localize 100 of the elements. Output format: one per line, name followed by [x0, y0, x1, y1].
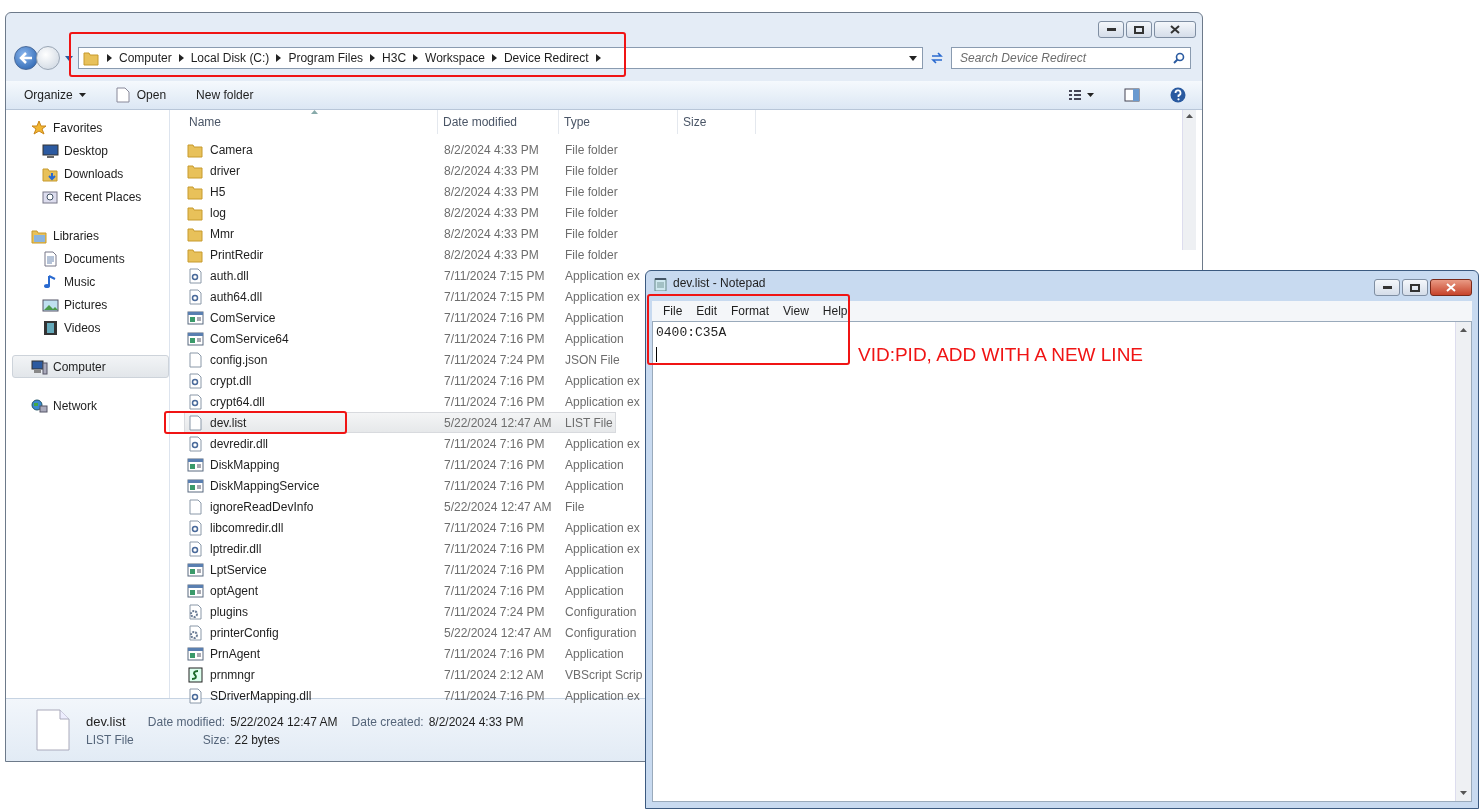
- field-value: 22 bytes: [234, 732, 280, 747]
- breadcrumb-item[interactable]: Computer: [119, 51, 172, 65]
- maximize-button[interactable]: [1126, 21, 1152, 38]
- sidebar-item[interactable]: Recent Places: [12, 185, 169, 208]
- back-button[interactable]: [14, 46, 38, 70]
- file-row[interactable]: printerConfig 5/22/2024 12:47 AM Configuration: [184, 622, 640, 643]
- file-name: plugins: [210, 604, 249, 619]
- menu-item[interactable]: Format: [724, 304, 777, 318]
- type-cell-text: Application ex: [564, 541, 641, 556]
- field-label: Date created:: [351, 714, 424, 729]
- file-row[interactable]: ComService64 7/11/2024 7:16 PM Application: [184, 328, 627, 349]
- file-row[interactable]: SDriverMapping.dll 7/11/2024 7:16 PM Application ex: [184, 685, 643, 706]
- field-value: 5/22/2024 12:47 AM: [230, 714, 338, 729]
- sidebar-item[interactable]: Music: [12, 270, 169, 293]
- file-row[interactable]: crypt.dll 7/11/2024 7:16 PM Application ex: [184, 370, 643, 391]
- field-value: 8/2/2024 4:33 PM: [428, 714, 524, 729]
- column-header[interactable]: Date modified: [438, 110, 559, 134]
- caret-icon: [909, 55, 917, 61]
- date-cell-text: 7/11/2024 7:15 PM: [443, 289, 546, 304]
- minimize-button[interactable]: [1098, 21, 1124, 38]
- type-cell-text: File folder: [564, 163, 619, 178]
- picture-icon: [42, 296, 59, 313]
- column-header[interactable]: Type: [559, 110, 678, 134]
- file-row[interactable]: optAgent 7/11/2024 7:16 PM Application: [184, 580, 627, 601]
- file-name: ComService: [210, 310, 276, 325]
- file-row[interactable]: dev.list 5/22/2024 12:47 AM LIST File: [184, 412, 616, 433]
- file-row[interactable]: auth64.dll 7/11/2024 7:15 PM Application ex: [184, 286, 643, 307]
- file-row[interactable]: PrintRedir 8/2/2024 4:33 PM File folder: [184, 244, 621, 265]
- organize-menu[interactable]: Organize: [20, 84, 90, 106]
- file-row[interactable]: DiskMapping 7/11/2024 7:16 PM Application: [184, 454, 627, 475]
- scrollbar[interactable]: [1455, 322, 1471, 801]
- sidebar-item[interactable]: Desktop: [12, 139, 169, 162]
- type-cell-text: Application ex: [564, 436, 641, 451]
- menu-item[interactable]: Help: [815, 304, 855, 318]
- breadcrumb-item[interactable]: Program Files: [288, 51, 364, 65]
- scroll-up-icon: [1460, 328, 1467, 332]
- file-name: devredir.dll: [210, 436, 269, 451]
- type-cell-text: Application: [564, 562, 625, 577]
- sidebar-item[interactable]: Downloads: [12, 162, 169, 185]
- file-row[interactable]: Mmr 8/2/2024 4:33 PM File folder: [184, 223, 621, 244]
- sidebar-item[interactable]: Computer: [12, 355, 169, 378]
- close-button[interactable]: [1430, 279, 1472, 296]
- chevron-icon: [413, 54, 419, 62]
- menu-item[interactable]: Edit: [689, 304, 725, 318]
- file-row[interactable]: ComService 7/11/2024 7:16 PM Application: [184, 307, 627, 328]
- file-row[interactable]: driver 8/2/2024 4:33 PM File folder: [184, 160, 621, 181]
- file-row[interactable]: Camera 8/2/2024 4:33 PM File folder: [184, 139, 621, 160]
- sidebar-item[interactable]: Network: [12, 394, 169, 417]
- file-row[interactable]: config.json 7/11/2024 7:24 PM JSON File: [184, 349, 623, 370]
- search-field[interactable]: Search Device Redirect: [951, 47, 1191, 69]
- file-name: dev.list: [210, 415, 247, 430]
- scrollbar[interactable]: [1182, 110, 1196, 250]
- new-folder-button[interactable]: New folder: [192, 84, 258, 106]
- blank-document-icon: [187, 498, 204, 515]
- breadcrumb-item[interactable]: Workspace: [425, 51, 485, 65]
- file-row[interactable]: crypt64.dll 7/11/2024 7:16 PM Application ex: [184, 391, 643, 412]
- file-row[interactable]: lptredir.dll 7/11/2024 7:16 PM Application ex: [184, 538, 643, 559]
- sidebar-item[interactable]: Favorites: [12, 116, 169, 139]
- file-row[interactable]: ignoreReadDevInfo 5/22/2024 12:47 AM File: [184, 496, 588, 517]
- monitor-icon: [42, 142, 59, 159]
- date-cell-text: 7/11/2024 2:12 AM: [443, 667, 545, 682]
- date-cell-text: 8/2/2024 4:33 PM: [443, 205, 540, 220]
- menu-item[interactable]: View: [776, 304, 816, 318]
- type-cell-text: LIST File: [564, 415, 614, 430]
- file-row[interactable]: DiskMappingService 7/11/2024 7:16 PM Application: [184, 475, 627, 496]
- date-cell-text: 7/11/2024 7:16 PM: [443, 478, 546, 493]
- caret-icon: [1087, 93, 1094, 97]
- file-row[interactable]: auth.dll 7/11/2024 7:15 PM Application ex: [184, 265, 643, 286]
- address-bar[interactable]: Computer Local Disk (C:) Program Files H3C Workspace Device Redirect: [78, 47, 923, 69]
- file-row[interactable]: plugins 7/11/2024 7:24 PM Configuration: [184, 601, 640, 622]
- file-name: printerConfig: [210, 625, 279, 640]
- file-row[interactable]: H5 8/2/2024 4:33 PM File folder: [184, 181, 621, 202]
- file-row[interactable]: devredir.dll 7/11/2024 7:16 PM Application ex: [184, 433, 643, 454]
- maximize-button[interactable]: [1402, 279, 1428, 296]
- folder-icon: [187, 162, 204, 179]
- blank-document-icon: [187, 351, 204, 368]
- column-header[interactable]: Size: [678, 110, 756, 134]
- sidebar-item[interactable]: Videos: [12, 316, 169, 339]
- close-button[interactable]: [1154, 21, 1196, 38]
- minimize-button[interactable]: [1374, 279, 1400, 296]
- date-cell-text: 7/11/2024 7:16 PM: [443, 562, 546, 577]
- menu-item[interactable]: File: [656, 304, 690, 318]
- sidebar-item[interactable]: Pictures: [12, 293, 169, 316]
- date-cell-text: 7/11/2024 7:16 PM: [443, 688, 546, 703]
- file-name: PrintRedir: [210, 247, 264, 262]
- file-row[interactable]: prnmngr 7/11/2024 2:12 AM VBScript Scrip: [184, 664, 646, 685]
- sidebar-item[interactable]: Libraries: [12, 224, 169, 247]
- open-button[interactable]: Open: [111, 84, 171, 106]
- breadcrumb-item[interactable]: Device Redirect: [503, 51, 589, 65]
- file-row[interactable]: LptService 7/11/2024 7:16 PM Application: [184, 559, 627, 580]
- breadcrumb-item[interactable]: Local Disk (C:): [190, 51, 270, 65]
- application-window-icon: [187, 561, 204, 578]
- date-cell-text: 8/2/2024 4:33 PM: [443, 184, 540, 199]
- file-row[interactable]: PrnAgent 7/11/2024 7:16 PM Application: [184, 643, 627, 664]
- application-window-icon: [187, 456, 204, 473]
- file-row[interactable]: log 8/2/2024 4:33 PM File folder: [184, 202, 621, 223]
- file-row[interactable]: libcomredir.dll 7/11/2024 7:16 PM Application ex: [184, 517, 643, 538]
- file-name: libcomredir.dll: [210, 520, 284, 535]
- sidebar-item[interactable]: Documents: [12, 247, 169, 270]
- breadcrumb-item[interactable]: H3C: [382, 51, 407, 65]
